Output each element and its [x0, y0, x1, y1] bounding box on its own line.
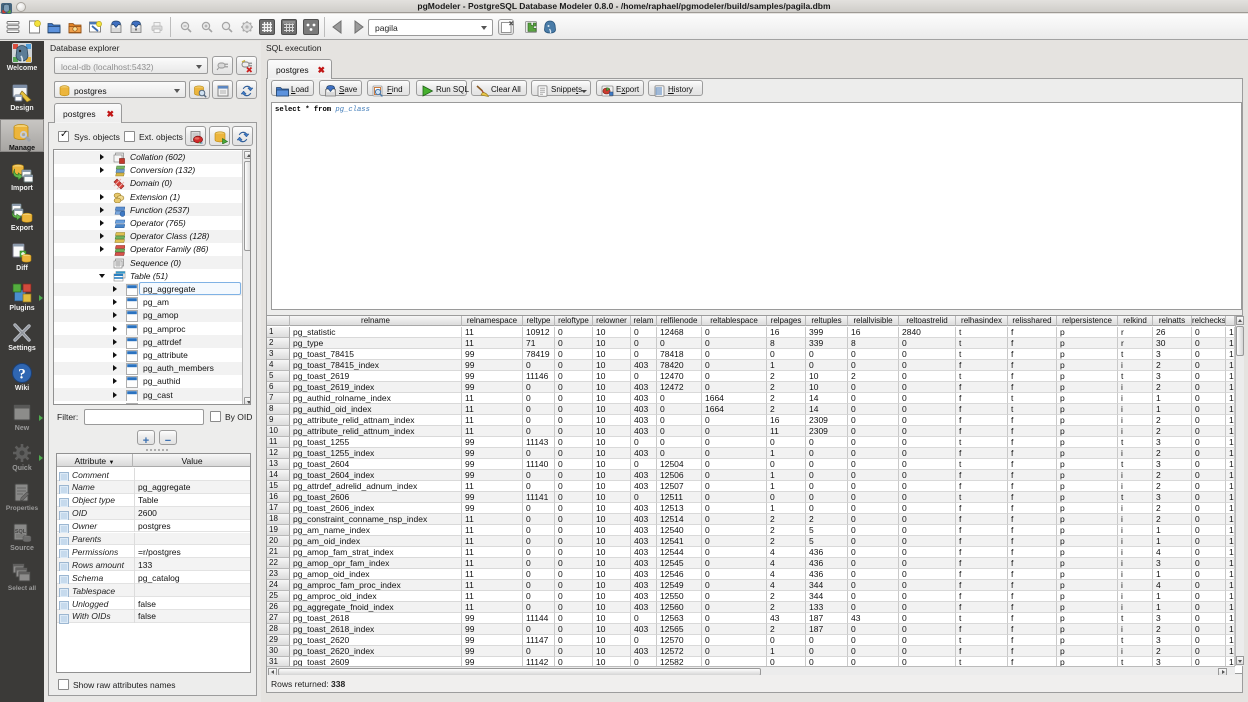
svg-text:SQL: SQL: [15, 529, 27, 535]
svg-text:?: ?: [18, 367, 26, 383]
